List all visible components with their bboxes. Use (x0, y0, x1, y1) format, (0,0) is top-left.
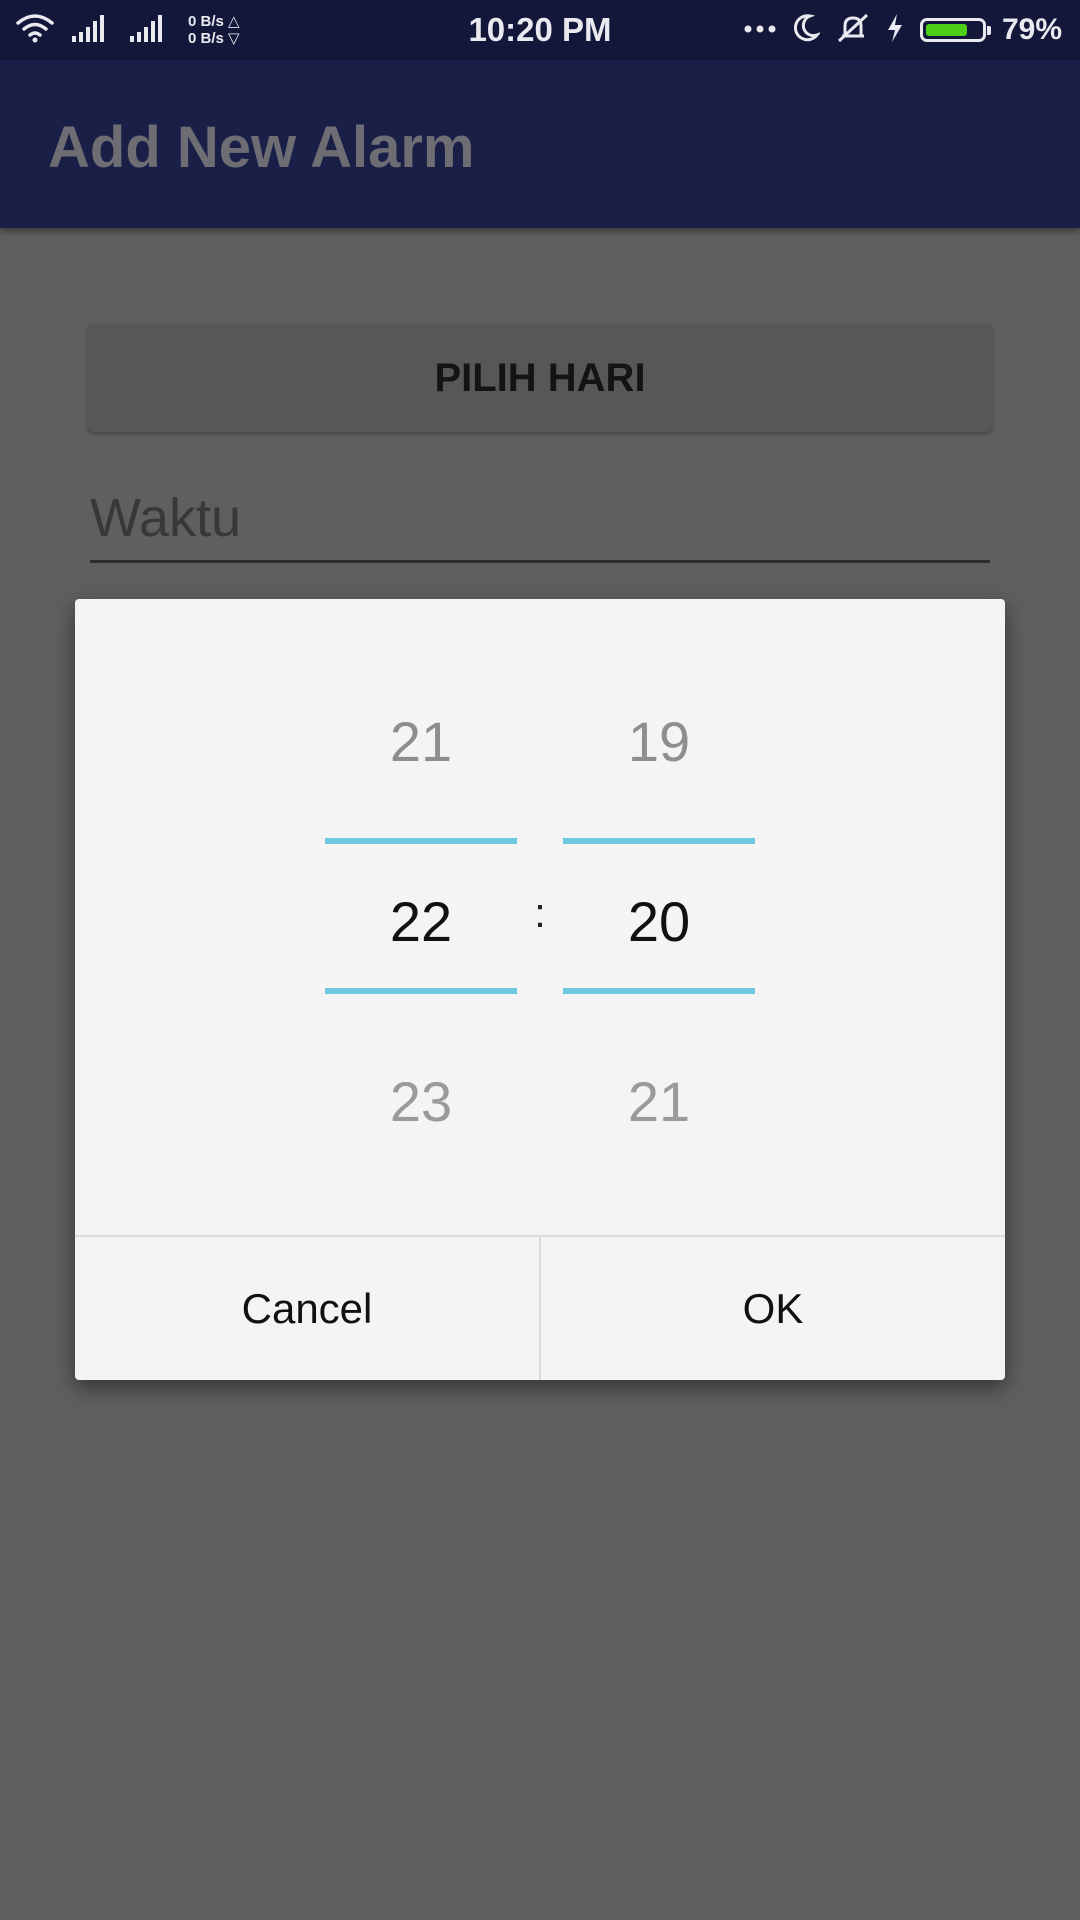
hour-current-value[interactable]: 22 (325, 889, 517, 954)
page-title: Add New Alarm (48, 115, 475, 180)
hour-divider-top (325, 838, 517, 844)
hour-picker[interactable]: 21 22 23 (325, 599, 517, 1235)
waktu-field-container (90, 476, 990, 563)
minute-next-value[interactable]: 21 (563, 1069, 755, 1134)
silent-icon (836, 12, 870, 49)
app-bar: Add New Alarm (0, 60, 1080, 228)
more-icon (744, 21, 776, 39)
minute-divider-bottom (563, 988, 755, 994)
pilih-hari-button[interactable]: PILIH HARI (88, 324, 992, 432)
ok-button[interactable]: OK (541, 1237, 1005, 1380)
battery-percent: 79% (1001, 13, 1062, 46)
cancel-button[interactable]: Cancel (75, 1237, 541, 1380)
waktu-input[interactable] (90, 476, 990, 560)
charging-icon (886, 13, 904, 48)
hour-divider-bottom (325, 988, 517, 994)
minute-prev-value[interactable]: 19 (563, 709, 755, 774)
battery-icon (919, 18, 991, 42)
time-separator: : (534, 889, 546, 936)
minute-current-value[interactable]: 20 (563, 889, 755, 954)
dialog-actions: Cancel OK (75, 1235, 1005, 1380)
time-picker-dialog: 21 22 23 : 19 20 21 Cancel OK (75, 599, 1005, 1380)
minute-picker[interactable]: 19 20 21 (563, 599, 755, 1235)
status-bar: 0 B/s △ 0 B/s ▽ 10:20 PM 79% (0, 0, 1080, 60)
hour-next-value[interactable]: 23 (325, 1069, 517, 1134)
moon-icon (792, 13, 822, 48)
hour-prev-value[interactable]: 21 (325, 709, 517, 774)
minute-divider-top (563, 838, 755, 844)
